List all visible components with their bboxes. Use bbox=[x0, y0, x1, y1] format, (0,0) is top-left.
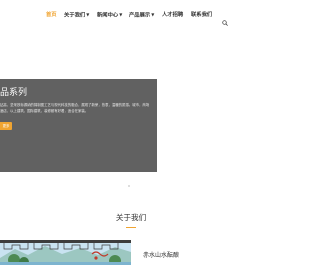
nav-item-careers[interactable]: 人才招聘 bbox=[162, 10, 183, 20]
chevron-down-icon: ▼ bbox=[86, 12, 90, 17]
main-nav: 首页 关于我们▼ 新闻中心▼ 产品展示▼ 人才招聘 联系我们 bbox=[0, 0, 262, 28]
nav-item-about[interactable]: 关于我们▼ bbox=[64, 10, 89, 20]
nav-item-home[interactable]: 首页 bbox=[46, 10, 57, 20]
about-image bbox=[0, 240, 131, 265]
hero-description: 钻高，坚采铁标源纳的锦制图工艺与现代科技的融合，展现了新荣，热衷，温暖的质感。城… bbox=[0, 103, 150, 113]
nav-item-label: 关于我们 bbox=[64, 12, 86, 19]
title-underline bbox=[126, 227, 136, 228]
nav-item-label: 新闻中心 bbox=[97, 12, 119, 19]
section-title-about: 关于我们 bbox=[115, 213, 147, 222]
chevron-down-icon: ▼ bbox=[119, 12, 123, 17]
search-icon[interactable] bbox=[222, 11, 228, 26]
nav-item-contact[interactable]: 联系我们 bbox=[191, 10, 212, 20]
nav-item-label: 首页 bbox=[46, 12, 57, 18]
nav-item-label: 人才招聘 bbox=[162, 12, 184, 18]
slider-dot[interactable] bbox=[128, 185, 130, 187]
hero-banner: 品系列 钻高，坚采铁标源纳的锦制图工艺与现代科技的融合，展现了新荣，热衷，温暖的… bbox=[0, 30, 262, 187]
hero-caption: 品系列 钻高，坚采铁标源纳的锦制图工艺与现代科技的融合，展现了新荣，热衷，温暖的… bbox=[0, 79, 157, 172]
nav-item-news[interactable]: 新闻中心▼ bbox=[97, 10, 122, 20]
nav-item-products[interactable]: 产品展示▼ bbox=[129, 10, 154, 20]
company-name: 赤水山水酝酿 bbox=[143, 252, 180, 259]
chevron-down-icon: ▼ bbox=[151, 12, 155, 17]
nav-item-label: 产品展示 bbox=[129, 12, 151, 19]
more-button[interactable]: 更多 bbox=[0, 122, 12, 130]
hero-title: 品系列 bbox=[0, 88, 28, 98]
nav-item-label: 联系我们 bbox=[191, 12, 213, 18]
